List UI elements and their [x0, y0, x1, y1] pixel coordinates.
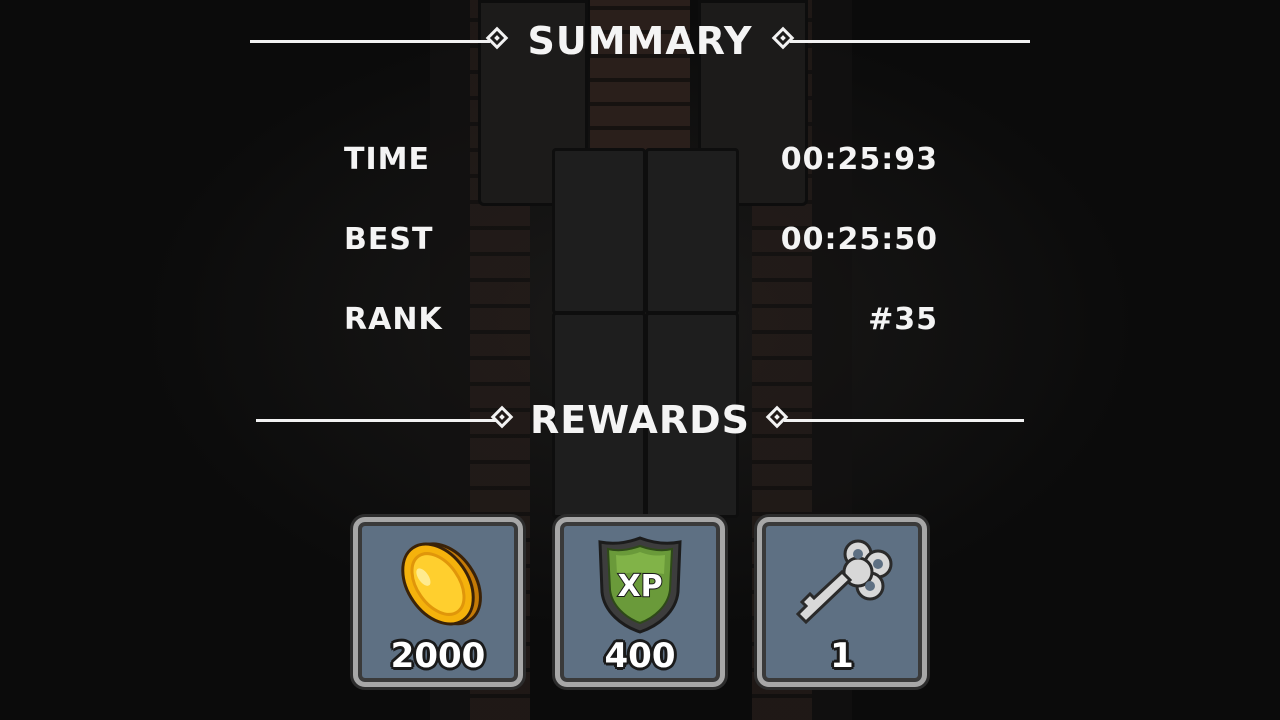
- xp-shield-icon: XP: [560, 534, 720, 634]
- stat-row-best: BEST 00:25:50: [344, 220, 938, 260]
- stat-row-rank: RANK #35: [344, 300, 938, 340]
- stat-label: TIME: [344, 142, 430, 177]
- reward-card-coins[interactable]: 2000: [353, 517, 523, 687]
- reward-card-key[interactable]: 1: [757, 517, 927, 687]
- xp-badge-text: XP: [617, 569, 662, 604]
- reward-amount: 1: [830, 636, 854, 676]
- stat-value: #35: [868, 302, 938, 337]
- rewards-header: REWARDS: [250, 400, 1030, 440]
- gold-coin-icon: [358, 534, 518, 634]
- stat-value: 00:25:50: [780, 222, 938, 257]
- divider-line-right: [790, 40, 1030, 43]
- stat-row-time: TIME 00:25:93: [344, 140, 938, 180]
- stat-value: 00:25:93: [780, 142, 938, 177]
- game-summary-screen: SUMMARY TIME 00:25:93 BEST 00:25:50 RANK…: [0, 0, 1280, 720]
- divider-line-right: [784, 419, 1024, 422]
- summary-header: SUMMARY: [250, 21, 1030, 61]
- stat-label: RANK: [344, 302, 443, 337]
- reward-amount: 400: [604, 636, 676, 676]
- key-icon: [762, 534, 922, 634]
- stat-label: BEST: [344, 222, 434, 257]
- reward-amount: 2000: [390, 636, 486, 676]
- reward-card-xp[interactable]: XP 400: [555, 517, 725, 687]
